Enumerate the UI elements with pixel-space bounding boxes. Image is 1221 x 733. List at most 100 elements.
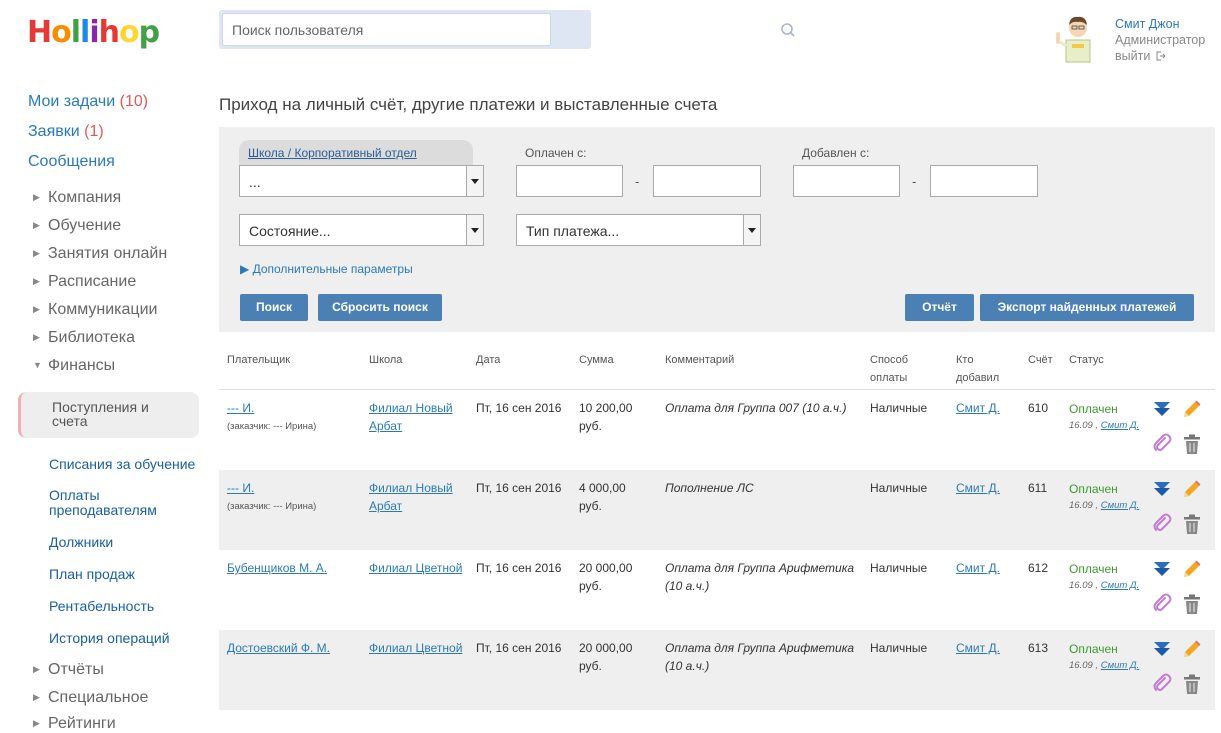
payer-link[interactable]: --- И.	[227, 399, 357, 417]
trash-icon[interactable]	[1180, 672, 1204, 696]
search-icon	[781, 23, 795, 37]
column-header-date[interactable]: Дата	[476, 351, 500, 369]
status-badge: Оплачен	[1069, 402, 1118, 416]
sidebar-item-tuition-charges[interactable]: Списания за обучение	[49, 457, 209, 472]
download-icon[interactable]	[1150, 398, 1174, 422]
added-from-input[interactable]	[793, 165, 900, 197]
table-row: --- И. (заказчик: --- Ирина) Филиал Новый …	[219, 390, 1215, 470]
payer-link[interactable]: --- И.	[227, 479, 357, 497]
paid-from-input[interactable]	[516, 165, 623, 197]
payment-comment: Оплата для Группа Арифметика (10 а.ч.)	[665, 561, 855, 593]
attachment-icon[interactable]	[1150, 432, 1174, 456]
trash-icon[interactable]	[1180, 512, 1204, 536]
added-by-link[interactable]: Смит Д.	[956, 639, 1016, 657]
edit-icon[interactable]	[1179, 398, 1203, 422]
school-link[interactable]: Филиал Цветной	[369, 639, 464, 657]
status-author-link[interactable]: Смит Д.	[1101, 660, 1140, 671]
school-link[interactable]: Филиал Новый Арбат	[369, 399, 464, 435]
sidebar-item-label: Сообщения	[28, 153, 115, 170]
customer-note: (заказчик: --- Ирина)	[227, 501, 317, 512]
column-header-status[interactable]: Статус	[1069, 351, 1104, 369]
payment-method: Наличные	[870, 401, 928, 415]
column-header-payer[interactable]: Плательщик	[227, 351, 290, 369]
sidebar-section-online[interactable]: ▶ Занятия онлайн	[33, 245, 167, 263]
state-select[interactable]: Состояние...	[239, 214, 484, 246]
edit-icon[interactable]	[1179, 478, 1203, 502]
status-author-link[interactable]: Смит Д.	[1101, 420, 1140, 431]
added-by-link[interactable]: Смит Д.	[956, 559, 1016, 577]
account-number: 610	[1028, 401, 1049, 415]
sidebar-item-income-and-invoices[interactable]: Поступления и счета	[18, 392, 199, 438]
column-header-payment-method[interactable]: Способ оплаты	[870, 351, 920, 387]
column-header-account[interactable]: Счёт	[1028, 351, 1053, 369]
school-link[interactable]: Филиал Новый Арбат	[369, 479, 464, 515]
chevron-right-icon: ▶	[33, 248, 40, 258]
search-submit-button[interactable]: Поиск	[240, 294, 308, 321]
school-filter-tab[interactable]: Школа / Корпоративный отдел	[239, 140, 473, 168]
report-button[interactable]: Отчёт	[905, 294, 974, 321]
user-avatar[interactable]	[1052, 14, 1102, 64]
payment-comment: Оплата для Группа 007 (10 а.ч.)	[665, 401, 847, 415]
added-by-link[interactable]: Смит Д.	[956, 399, 1016, 417]
sidebar-section-company[interactable]: ▶ Компания	[33, 189, 121, 207]
added-to-input[interactable]	[930, 165, 1038, 197]
attachment-icon[interactable]	[1150, 672, 1174, 696]
payer-link[interactable]: Бубенщиков М. А.	[227, 559, 357, 577]
sidebar-messages[interactable]: Сообщения	[28, 153, 115, 171]
export-payments-button[interactable]: Экспорт найденных платежей	[980, 294, 1194, 321]
payment-date: Пт, 16 сен 2016	[476, 401, 562, 415]
trash-icon[interactable]	[1180, 592, 1204, 616]
status-date: 16.09 ,	[1069, 660, 1099, 671]
column-header-sum[interactable]: Сумма	[579, 351, 614, 369]
more-params-toggle[interactable]: ▶ Дополнительные параметры	[240, 262, 413, 276]
column-header-school[interactable]: Школа	[369, 351, 402, 369]
attachment-icon[interactable]	[1150, 592, 1174, 616]
added-by-link[interactable]: Смит Д.	[956, 479, 1016, 497]
sidebar-item-label: Обучение	[48, 217, 122, 234]
search-input[interactable]	[222, 13, 551, 46]
payment-type-select[interactable]: Тип платежа...	[516, 214, 761, 246]
hollihop-logo[interactable]: Hollihop	[27, 16, 187, 50]
sidebar-item-profitability[interactable]: Рентабельность	[49, 599, 209, 614]
trash-icon[interactable]	[1180, 432, 1204, 456]
download-icon[interactable]	[1150, 558, 1174, 582]
payment-comment: Пополнение ЛС	[665, 481, 754, 495]
logout-link[interactable]: выйти	[1115, 49, 1166, 63]
status-author-link[interactable]: Смит Д.	[1101, 500, 1140, 511]
school-link[interactable]: Филиал Цветной	[369, 559, 464, 577]
sidebar-item-sales-plan[interactable]: План продаж	[49, 567, 209, 582]
user-name-link[interactable]: Смит Джон	[1115, 17, 1179, 31]
status-author-link[interactable]: Смит Д.	[1101, 580, 1140, 591]
attachment-icon[interactable]	[1150, 512, 1174, 536]
edit-icon[interactable]	[1179, 638, 1203, 662]
school-filter-label: Школа / Корпоративный отдел	[248, 146, 417, 160]
state-select-value: Состояние...	[249, 223, 331, 239]
sidebar-item-debtors[interactable]: Должники	[49, 535, 209, 550]
sidebar-item-operations-history[interactable]: История операций	[49, 631, 209, 646]
payment-type-select-value: Тип платежа...	[526, 223, 620, 239]
reset-search-button[interactable]: Сбросить поиск	[318, 294, 442, 321]
sidebar-section-schedule[interactable]: ▶ Расписание	[33, 273, 136, 291]
sidebar-section-communications[interactable]: ▶ Коммуникации	[33, 301, 157, 319]
edit-icon[interactable]	[1179, 558, 1203, 582]
sidebar-requests[interactable]: Заявки (1)	[28, 123, 104, 141]
column-header-added-by[interactable]: Кто добавил	[956, 351, 1006, 387]
sidebar-section-reports[interactable]: ▶ Отчёты	[33, 661, 104, 679]
sidebar-section-finance[interactable]: ▼ Финансы	[33, 357, 115, 375]
column-header-comment[interactable]: Комментарий	[665, 351, 734, 369]
school-select[interactable]: ...	[239, 165, 484, 197]
sidebar-section-special[interactable]: ▶ Специальное	[33, 689, 148, 707]
download-icon[interactable]	[1150, 638, 1174, 662]
sidebar-section-library[interactable]: ▶ Библиотека	[33, 329, 135, 347]
payer-link[interactable]: Достоевский Ф. М.	[227, 639, 357, 657]
sidebar-section-ratings[interactable]: ▶ Рейтинги	[33, 715, 116, 733]
sidebar-item-label: Занятия онлайн	[48, 245, 168, 262]
download-icon[interactable]	[1150, 478, 1174, 502]
sidebar-my-tasks[interactable]: Мои задачи (10)	[28, 93, 148, 111]
chevron-right-icon: ▶	[33, 192, 40, 202]
paid-to-input[interactable]	[653, 165, 761, 197]
status-badge: Оплачен	[1069, 642, 1118, 656]
sidebar-item-teacher-payments[interactable]: Оплаты преподавателям	[49, 488, 209, 518]
sidebar-section-education[interactable]: ▶ Обучение	[33, 217, 121, 235]
search-button[interactable]	[770, 17, 806, 43]
